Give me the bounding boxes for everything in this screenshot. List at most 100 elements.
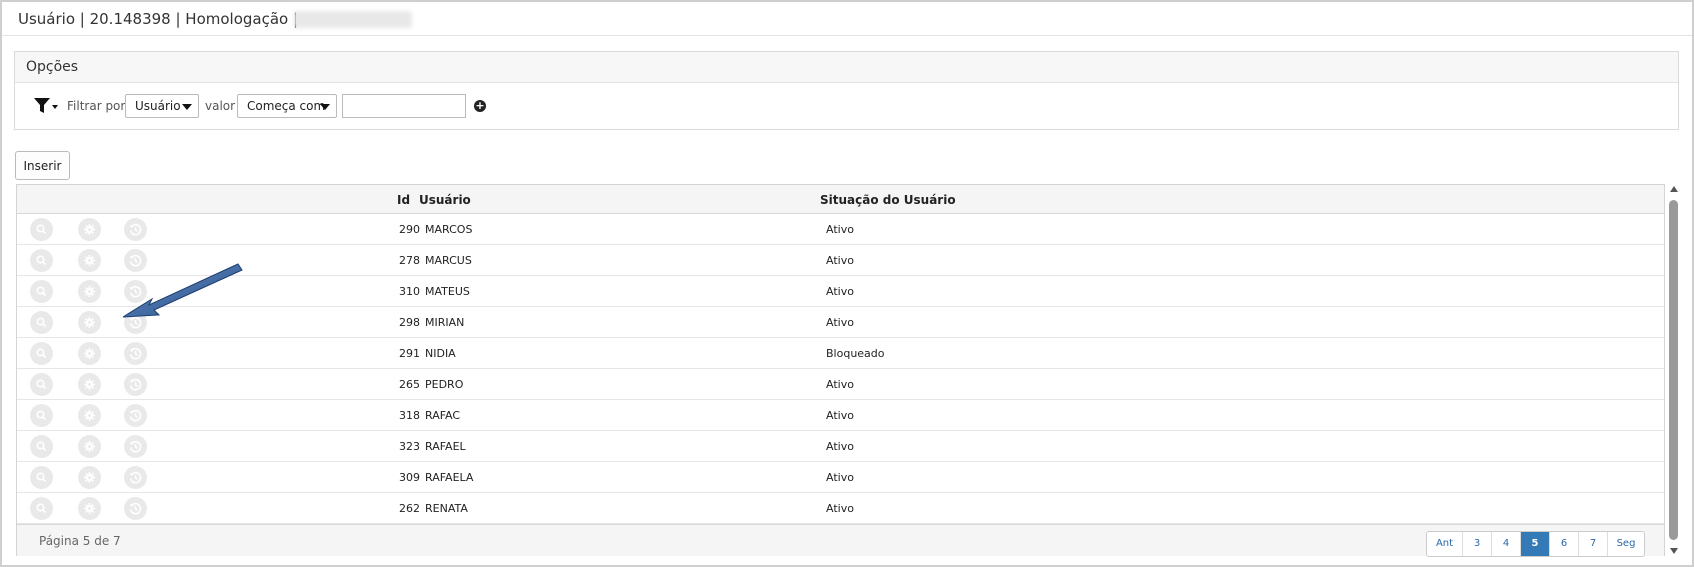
search-icon[interactable] xyxy=(30,249,53,272)
table-row[interactable]: 265 PEDRO Ativo xyxy=(17,369,1664,400)
scroll-up-arrow-icon[interactable] xyxy=(1670,186,1678,192)
cell-status: Bloqueado xyxy=(826,347,885,360)
page-info: Página 5 de 7 xyxy=(39,534,121,548)
cell-user: RAFAEL xyxy=(425,440,466,453)
cell-id: 318 xyxy=(399,409,420,422)
filter-row: Filtrar por Usuário valor Começa com + xyxy=(15,94,1678,118)
vertical-scrollbar[interactable] xyxy=(1667,184,1682,558)
history-icon[interactable] xyxy=(124,311,147,334)
gear-icon[interactable] xyxy=(78,497,101,520)
search-icon[interactable] xyxy=(30,373,53,396)
history-icon[interactable] xyxy=(124,497,147,520)
cell-status: Ativo xyxy=(826,316,854,329)
cell-status: Ativo xyxy=(826,409,854,422)
table-header: Id Usuário Situação do Usuário xyxy=(17,185,1664,214)
history-icon[interactable] xyxy=(124,466,147,489)
search-icon[interactable] xyxy=(30,404,53,427)
pagination: Ant 3 4 5 6 7 Seg xyxy=(1426,531,1645,557)
cell-id: 298 xyxy=(399,316,420,329)
pagination-page-6[interactable]: 6 xyxy=(1550,532,1579,556)
table-row[interactable]: 310 MATEUS Ativo xyxy=(17,276,1664,307)
table-row[interactable]: 278 MARCUS Ativo xyxy=(17,245,1664,276)
history-icon[interactable] xyxy=(124,249,147,272)
search-icon[interactable] xyxy=(30,435,53,458)
column-header-id[interactable]: Id xyxy=(397,193,410,207)
gear-icon[interactable] xyxy=(78,373,101,396)
cell-user: RENATA xyxy=(425,502,468,515)
plus-circle-icon[interactable]: + xyxy=(474,100,486,112)
filter-by-label: Filtrar por xyxy=(67,99,126,113)
gear-icon[interactable] xyxy=(78,404,101,427)
filter-value-input[interactable] xyxy=(342,94,466,118)
gear-icon[interactable] xyxy=(78,249,101,272)
table-row[interactable]: 262 RENATA Ativo xyxy=(17,493,1664,524)
history-icon[interactable] xyxy=(124,218,147,241)
scrollbar-thumb[interactable] xyxy=(1669,200,1678,540)
cell-id: 323 xyxy=(399,440,420,453)
search-icon[interactable] xyxy=(30,342,53,365)
value-label: valor xyxy=(205,99,236,113)
table-row[interactable]: 309 RAFAELA Ativo xyxy=(17,462,1664,493)
pagination-next-button[interactable]: Seg xyxy=(1608,532,1644,556)
cell-user: MIRIAN xyxy=(425,316,465,329)
cell-status: Ativo xyxy=(826,378,854,391)
history-icon[interactable] xyxy=(124,342,147,365)
app-window: Usuário | 20.148398 | Homologação | Opçõ… xyxy=(0,0,1694,567)
table-row[interactable]: 318 RAFAC Ativo xyxy=(17,400,1664,431)
insert-button[interactable]: Inserir xyxy=(15,151,70,180)
filter-field-select[interactable]: Usuário xyxy=(125,94,199,118)
cell-id: 265 xyxy=(399,378,420,391)
cell-status: Ativo xyxy=(826,285,854,298)
scroll-down-arrow-icon[interactable] xyxy=(1670,548,1678,554)
column-header-status[interactable]: Situação do Usuário xyxy=(820,193,956,207)
filter-field-value: Usuário xyxy=(135,99,181,113)
pagination-page-3[interactable]: 3 xyxy=(1463,532,1492,556)
search-icon[interactable] xyxy=(30,497,53,520)
cell-id: 309 xyxy=(399,471,420,484)
table-footer: Página 5 de 7 Ant 3 4 5 6 7 Seg xyxy=(17,524,1664,557)
cell-user: MATEUS xyxy=(425,285,470,298)
pagination-page-5[interactable]: 5 xyxy=(1521,532,1550,556)
search-icon[interactable] xyxy=(30,466,53,489)
title-bar: Usuário | 20.148398 | Homologação | xyxy=(2,2,1692,36)
table-row[interactable]: 298 MIRIAN Ativo xyxy=(17,307,1664,338)
search-icon[interactable] xyxy=(30,218,53,241)
cell-user: PEDRO xyxy=(425,378,464,391)
chevron-down-icon xyxy=(320,104,330,110)
cell-status: Ativo xyxy=(826,440,854,453)
history-icon[interactable] xyxy=(124,280,147,303)
history-icon[interactable] xyxy=(124,404,147,427)
cell-id: 310 xyxy=(399,285,420,298)
gear-icon[interactable] xyxy=(78,466,101,489)
options-panel: Opções Filtrar por Usuário valor Começa … xyxy=(14,51,1679,130)
options-heading: Opções xyxy=(15,52,1678,83)
column-header-user[interactable]: Usuário xyxy=(419,193,471,207)
filter-funnel-icon[interactable] xyxy=(33,96,59,116)
gear-icon[interactable] xyxy=(78,435,101,458)
filter-operator-select[interactable]: Começa com xyxy=(237,94,337,118)
gear-icon[interactable] xyxy=(78,280,101,303)
cell-status: Ativo xyxy=(826,254,854,267)
table-row[interactable]: 290 MARCOS Ativo xyxy=(17,214,1664,245)
cell-user: MARCUS xyxy=(425,254,472,267)
table-row[interactable]: 291 NIDIA Bloqueado xyxy=(17,338,1664,369)
gear-icon[interactable] xyxy=(78,342,101,365)
search-icon[interactable] xyxy=(30,311,53,334)
history-icon[interactable] xyxy=(124,435,147,458)
page-title: Usuário | 20.148398 | Homologação | xyxy=(18,10,299,28)
cell-user: MARCOS xyxy=(425,223,473,236)
gear-icon[interactable] xyxy=(78,311,101,334)
search-icon[interactable] xyxy=(30,280,53,303)
gear-icon[interactable] xyxy=(78,218,101,241)
pagination-page-7[interactable]: 7 xyxy=(1579,532,1608,556)
table-row[interactable]: 323 RAFAEL Ativo xyxy=(17,431,1664,462)
pagination-prev-button[interactable]: Ant xyxy=(1427,532,1463,556)
filter-operator-value: Começa com xyxy=(247,99,326,113)
chevron-down-icon xyxy=(182,104,192,110)
cell-id: 262 xyxy=(399,502,420,515)
cell-id: 278 xyxy=(399,254,420,267)
redacted-environment-name xyxy=(294,11,412,28)
pagination-page-4[interactable]: 4 xyxy=(1492,532,1521,556)
history-icon[interactable] xyxy=(124,373,147,396)
cell-status: Ativo xyxy=(826,502,854,515)
